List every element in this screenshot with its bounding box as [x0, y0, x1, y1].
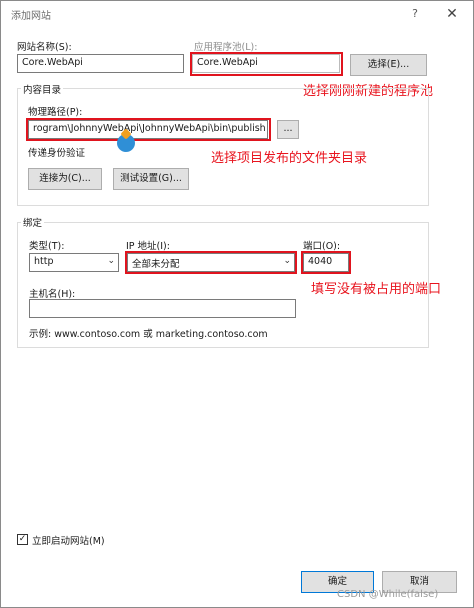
browse-button[interactable]: ... [277, 120, 299, 139]
type-select-value: http [34, 256, 54, 267]
type-label: 类型(T): [29, 241, 65, 252]
close-button[interactable]: ✕ [439, 4, 465, 24]
port-label: 端口(O): [303, 241, 341, 252]
dialog-title: 添加网站 [11, 11, 51, 22]
start-website-label: 立即启动网站(M) [32, 536, 105, 547]
chevron-down-icon: ⌄ [107, 256, 115, 266]
port-input[interactable]: 4040 [303, 253, 349, 272]
help-button[interactable]: ? [404, 4, 426, 24]
ip-address-select[interactable]: 全部未分配 ⌄ [127, 253, 295, 272]
select-pool-button[interactable]: 选择(E)... [350, 54, 427, 76]
ip-address-label: IP 地址(I): [126, 241, 170, 252]
chevron-down-icon: ⌄ [283, 256, 291, 266]
ip-address-value: 全部未分配 [132, 259, 180, 270]
host-name-input[interactable] [29, 299, 296, 318]
port-annotation: 填写没有被占用的端口 [311, 282, 442, 297]
path-annotation: 选择项目发布的文件夹目录 [211, 151, 368, 166]
host-name-example: 示例: www.contoso.com 或 marketing.contoso.… [29, 329, 268, 340]
mouse-cursor-icon [117, 134, 135, 152]
physical-path-label: 物理路径(P): [28, 107, 83, 118]
start-website-checkbox[interactable]: ✓ [17, 534, 28, 545]
type-select[interactable]: http ⌄ [29, 253, 119, 272]
site-name-input[interactable]: Core.WebApi [17, 54, 184, 73]
add-website-dialog: 添加网站 ? ✕ 网站名称(S): Core.WebApi 应用程序池(L): … [0, 0, 474, 608]
pass-through-auth-label: 传递身份验证 [28, 148, 86, 159]
binding-title: 绑定 [21, 215, 45, 229]
content-directory-title: 内容目录 [21, 82, 64, 96]
host-name-label: 主机名(H): [29, 289, 76, 300]
test-settings-button[interactable]: 测试设置(G)... [113, 168, 189, 190]
app-pool-field: Core.WebApi [192, 54, 340, 73]
physical-path-input[interactable]: rogram\JohnnyWebApi\JohnnyWebApi\bin\pub… [28, 120, 268, 139]
site-name-label: 网站名称(S): [17, 42, 72, 53]
title-bar: 添加网站 ? ✕ [1, 1, 473, 27]
csdn-watermark: CSDN @While(false) [337, 589, 439, 600]
app-pool-label: 应用程序池(L): [194, 42, 258, 53]
connect-as-button[interactable]: 连接为(C)... [28, 168, 102, 190]
